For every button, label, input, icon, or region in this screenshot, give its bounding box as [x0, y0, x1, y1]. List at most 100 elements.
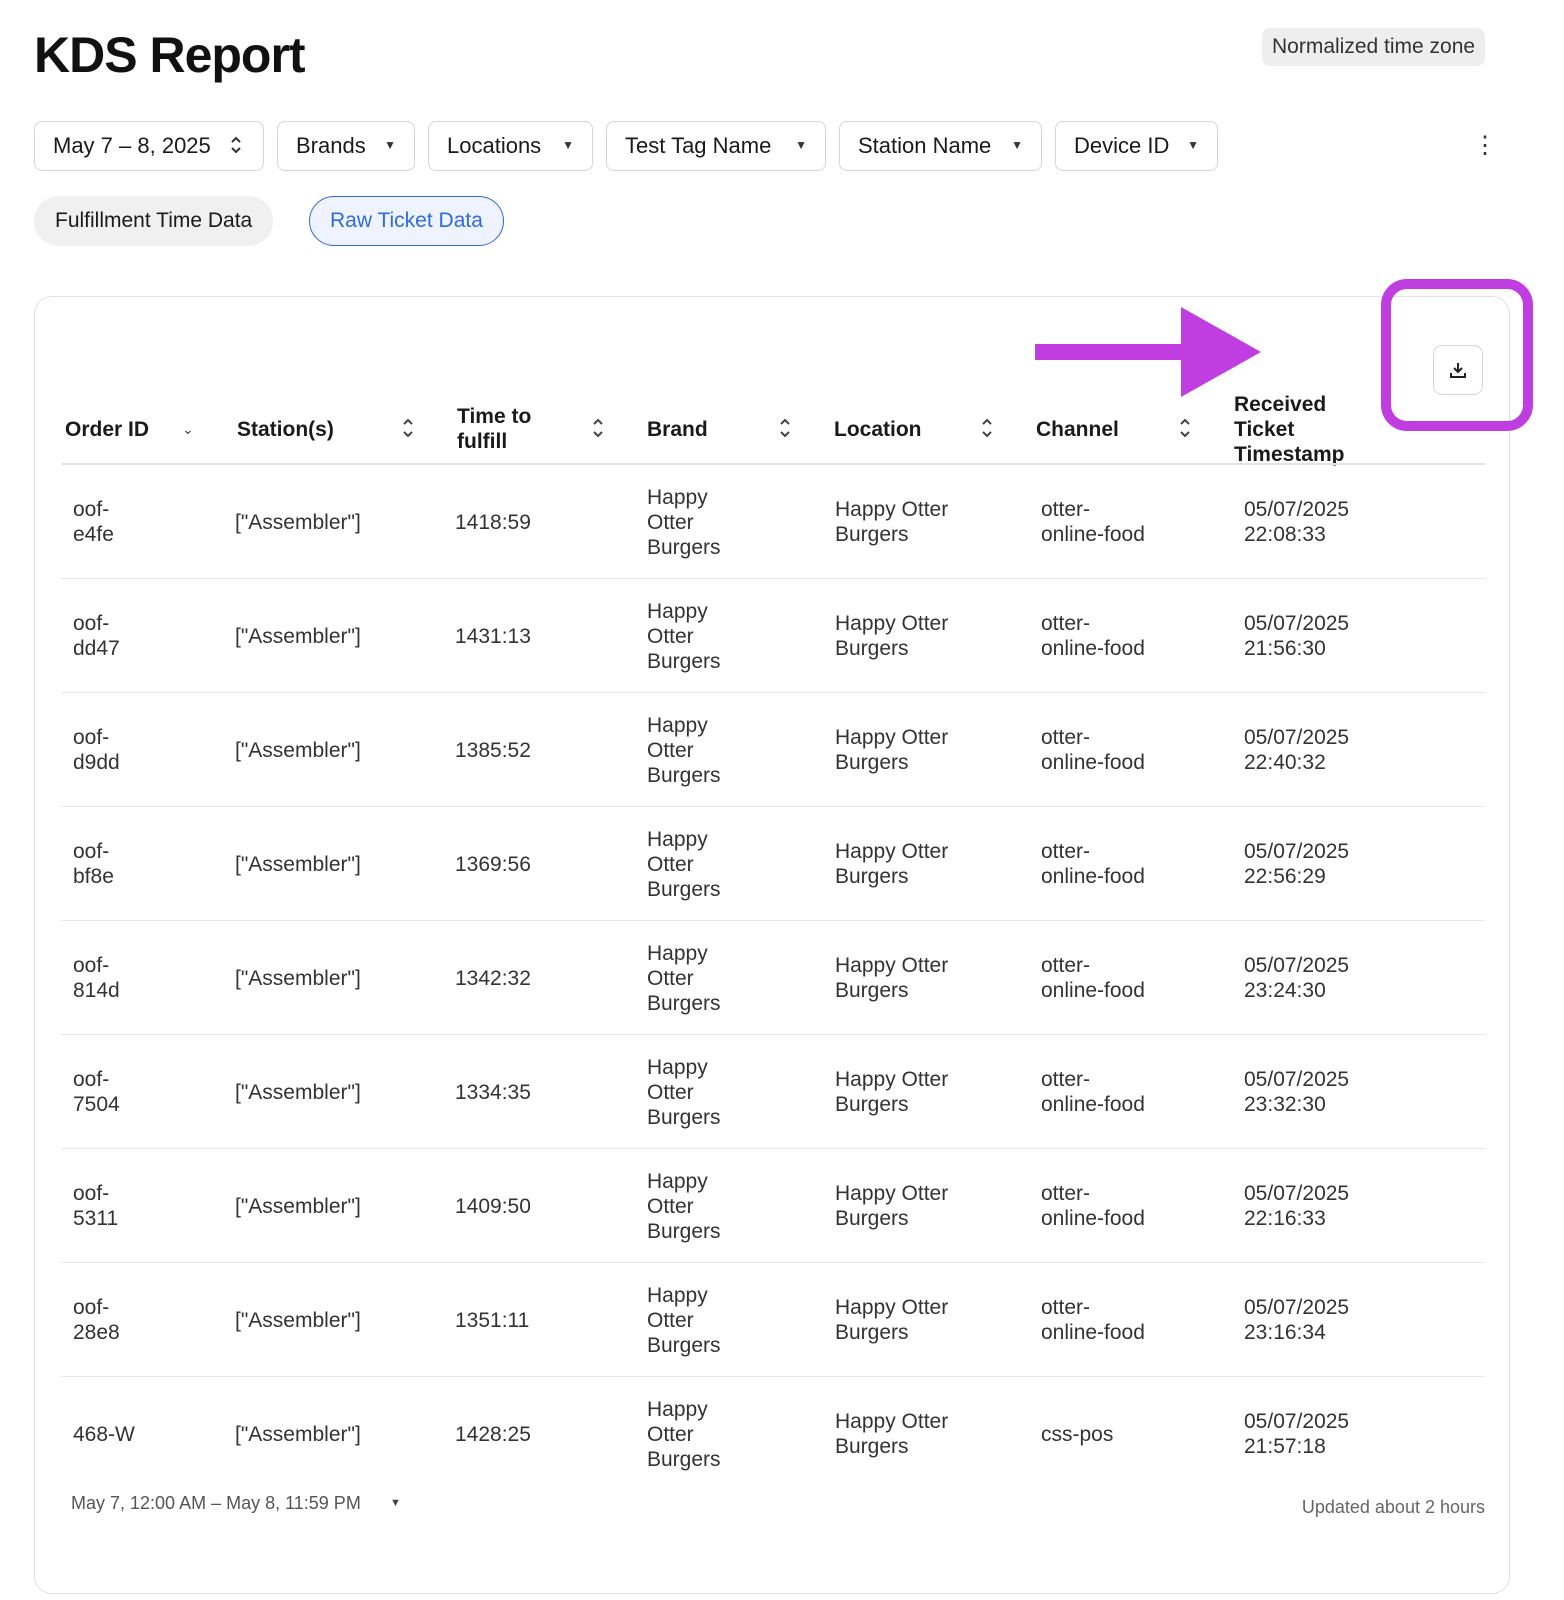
- column-channel[interactable]: Channel: [1036, 389, 1166, 469]
- table-row[interactable]: oof- 28e8 ["Assembler"] 1351:11 Happy Otte…: [61, 1263, 1485, 1377]
- cell-text: otter-: [1041, 954, 1091, 977]
- cell-stations: ["Assembler"]: [235, 921, 435, 1035]
- kebab-menu-icon[interactable]: ⋮: [1470, 128, 1500, 164]
- cell-text: Happy Otter: [835, 1068, 949, 1091]
- cell-text: 22:16:33: [1244, 1207, 1326, 1230]
- footer-date-range[interactable]: May 7, 12:00 AM – May 8, 11:59 PM: [71, 1493, 361, 1514]
- cell-text: Otter: [647, 1194, 694, 1218]
- cell-text: 23:24:30: [1244, 979, 1326, 1002]
- tab-fulfillment-time-data[interactable]: Fulfillment Time Data: [34, 196, 274, 246]
- cell-text: bf8e: [73, 865, 114, 888]
- sort-updown-icon[interactable]: [778, 415, 792, 441]
- table-row[interactable]: oof-bf8e ["Assembler"] 1369:56 Happy Otte…: [61, 807, 1485, 921]
- timezone-badge[interactable]: Normalized time zone: [1262, 28, 1486, 66]
- cell-channel: otter-online-food: [1041, 693, 1191, 807]
- cell-text: oof-: [73, 840, 110, 863]
- cell-text: otter-: [1041, 1182, 1091, 1205]
- cell-text: ["Assembler"]: [235, 852, 361, 876]
- cell-text: 05/07/2025: [1244, 1068, 1350, 1091]
- cell-text: Happy: [647, 1397, 708, 1421]
- brands-label: Brands: [296, 133, 366, 158]
- cell-text: 05/07/2025: [1244, 1296, 1350, 1319]
- cell-text: Happy: [647, 1283, 708, 1307]
- cell-text: 21:56:30: [1244, 637, 1326, 660]
- cell-order-id: oof-bf8e: [73, 807, 183, 921]
- cell-text: oof-: [73, 1182, 110, 1205]
- table-row[interactable]: 468-W ["Assembler"] 1428:25 Happy Otter Bu…: [61, 1377, 1485, 1491]
- locations-label: Locations: [447, 133, 542, 158]
- date-range-label: May 7 – 8, 2025: [53, 133, 211, 158]
- device-filter[interactable]: Device ID ▼: [1055, 121, 1218, 171]
- column-label-line: fulfill: [457, 430, 508, 453]
- chevron-down-icon[interactable]: ⌄: [182, 421, 194, 438]
- column-brand[interactable]: Brand: [647, 389, 767, 469]
- cell-text: online-food: [1041, 1207, 1145, 1230]
- cell-text: Burgers: [835, 637, 909, 660]
- cell-text: Happy Otter: [835, 1410, 949, 1433]
- caret-down-icon: ▼: [1187, 138, 1199, 152]
- column-label: Station(s): [237, 417, 334, 441]
- test-tag-filter[interactable]: Test Tag Name ▼: [606, 121, 826, 171]
- column-time-to-fulfill[interactable]: Time to fulfill: [457, 389, 587, 469]
- cell-order-id: oof-dd47: [73, 579, 183, 693]
- cell-text: Burgers: [835, 1207, 909, 1230]
- cell-text: 05/07/2025: [1244, 498, 1350, 521]
- station-filter[interactable]: Station Name ▼: [839, 121, 1042, 171]
- column-label: Channel: [1036, 417, 1119, 441]
- cell-text: Happy: [647, 485, 708, 509]
- cell-stations: ["Assembler"]: [235, 807, 435, 921]
- cell-text: oof-: [73, 498, 110, 521]
- column-label: Brand: [647, 417, 708, 441]
- table-row[interactable]: oof- 814d ["Assembler"] 1342:32 Happy Otte…: [61, 921, 1485, 1035]
- cell-text: Happy Otter: [835, 612, 949, 635]
- cell-channel: otter-online-food: [1041, 465, 1191, 579]
- cell-text: oof-: [73, 1296, 110, 1319]
- cell-channel: otter-online-food: [1041, 1035, 1191, 1149]
- cell-time-to-fulfill: 1342:32: [455, 921, 595, 1035]
- brands-filter[interactable]: Brands ▼: [277, 121, 415, 171]
- cell-text: 05/07/2025: [1244, 954, 1350, 977]
- table-row[interactable]: oof- 7504 ["Assembler"] 1334:35 Happy Otte…: [61, 1035, 1485, 1149]
- report-card: Order ID ⌄ Station(s) Time to fulfill Br…: [34, 279, 1533, 1594]
- cell-text: otter-: [1041, 726, 1091, 749]
- cell-text: Otter: [647, 738, 694, 762]
- sort-updown-icon[interactable]: [401, 415, 415, 441]
- caret-down-icon: ▼: [795, 138, 807, 152]
- tab-raw-ticket-data[interactable]: Raw Ticket Data: [309, 196, 504, 246]
- cell-text: ["Assembler"]: [235, 624, 361, 648]
- sort-updown-icon: [231, 136, 241, 154]
- cell-received-timestamp: 05/07/2025 22:40:32: [1244, 693, 1414, 807]
- device-label: Device ID: [1074, 133, 1170, 158]
- cell-time-to-fulfill: 1351:11: [455, 1263, 595, 1377]
- cell-text: 05/07/2025: [1244, 612, 1350, 635]
- cell-stations: ["Assembler"]: [235, 1377, 435, 1491]
- cell-text: Happy Otter: [835, 954, 949, 977]
- cell-text: Otter: [647, 852, 694, 876]
- cell-order-id: oof- 814d: [73, 921, 183, 1035]
- table-row[interactable]: oof-d9dd ["Assembler"] 1385:52 Happy Otte…: [61, 693, 1485, 807]
- sort-updown-icon[interactable]: [980, 415, 994, 441]
- column-location[interactable]: Location: [834, 389, 974, 469]
- table-row[interactable]: oof-e4fe ["Assembler"] 1418:59 Happy Otte…: [61, 465, 1485, 579]
- cell-brand: Happy Otter Burgers: [647, 807, 757, 921]
- cell-location: Happy Otter Burgers: [835, 1377, 995, 1491]
- sort-updown-icon[interactable]: [1178, 415, 1192, 441]
- cell-text: 22:08:33: [1244, 523, 1326, 546]
- cell-order-id: oof- 28e8: [73, 1263, 183, 1377]
- date-range-filter[interactable]: May 7 – 8, 2025: [34, 121, 264, 171]
- cell-brand: Happy Otter Burgers: [647, 921, 757, 1035]
- cell-text: dd47: [73, 637, 120, 660]
- table-row[interactable]: oof-dd47 ["Assembler"] 1431:13 Happy Otte…: [61, 579, 1485, 693]
- table-row[interactable]: oof- 5311 ["Assembler"] 1409:50 Happy Otte…: [61, 1149, 1485, 1263]
- cell-text: 1369:56: [455, 852, 531, 876]
- locations-filter[interactable]: Locations ▼: [428, 121, 593, 171]
- caret-down-icon[interactable]: ▼: [390, 1497, 401, 1509]
- cell-brand: Happy Otter Burgers: [647, 465, 757, 579]
- column-stations[interactable]: Station(s): [237, 389, 397, 469]
- cell-text: Burgers: [835, 979, 909, 1002]
- download-button[interactable]: [1433, 345, 1483, 395]
- column-received-ticket-timestamp[interactable]: Received Ticket Timestamp: [1234, 389, 1374, 469]
- cell-text: Burgers: [647, 991, 721, 1015]
- sort-updown-icon[interactable]: [591, 415, 605, 441]
- cell-location: Happy Otter Burgers: [835, 1263, 995, 1377]
